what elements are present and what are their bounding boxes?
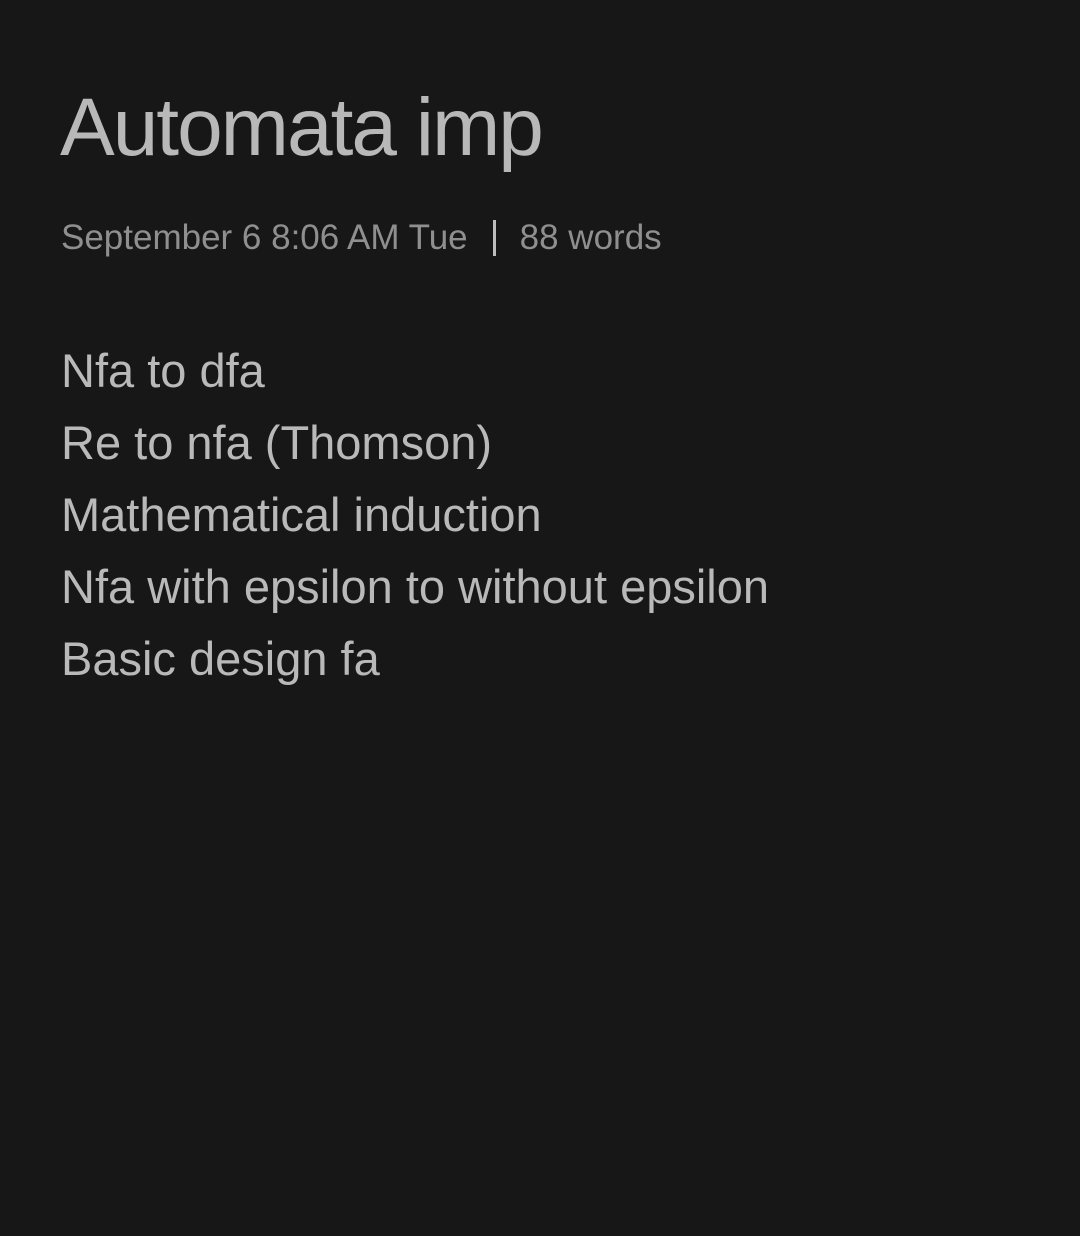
note-title[interactable]: Automata imp — [60, 80, 544, 176]
note-date: September 6 8:06 AM Tue — [61, 218, 468, 257]
note-editor[interactable]: Automata imp September 6 8:06 AM Tue 88 … — [0, 0, 1080, 1236]
note-line[interactable]: Basic design fa — [61, 623, 769, 695]
note-meta: September 6 8:06 AM Tue 88 words — [61, 216, 662, 260]
note-line[interactable]: Re to nfa (Thomson) — [61, 407, 769, 479]
note-body[interactable]: Nfa to dfa Re to nfa (Thomson) Mathemati… — [61, 335, 769, 695]
note-line[interactable]: Nfa to dfa — [61, 335, 769, 407]
word-count: 88 words — [519, 218, 662, 257]
note-line[interactable]: Mathematical induction — [61, 479, 769, 551]
note-line[interactable]: Nfa with epsilon to without epsilon — [61, 551, 769, 623]
meta-separator — [492, 220, 496, 256]
